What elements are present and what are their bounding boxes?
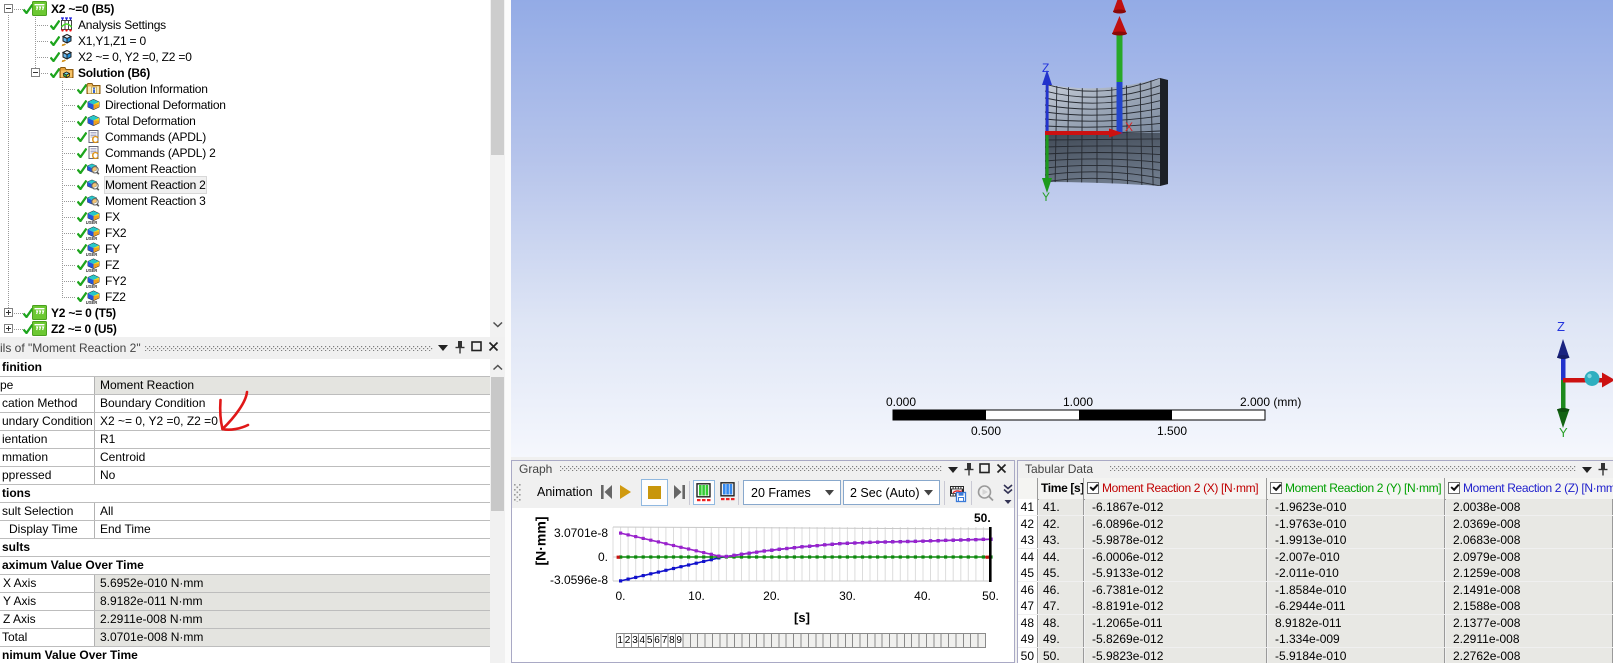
svg-text:0.500: 0.500 bbox=[971, 424, 1001, 438]
svg-text:C: C bbox=[92, 135, 99, 144]
svg-text:USER: USER bbox=[86, 300, 97, 304]
svg-text:1.500: 1.500 bbox=[1157, 424, 1187, 438]
svg-text:USER: USER bbox=[86, 220, 97, 224]
svg-text:Z: Z bbox=[1042, 61, 1049, 75]
svg-text:Z: Z bbox=[1557, 319, 1565, 334]
svg-text:2.000 (mm): 2.000 (mm) bbox=[1240, 395, 1301, 409]
svg-text:USER: USER bbox=[86, 236, 97, 240]
svg-text:0.000: 0.000 bbox=[886, 395, 916, 409]
svg-text:1.000: 1.000 bbox=[1063, 395, 1093, 409]
svg-text:USER: USER bbox=[86, 284, 97, 288]
svg-text:USER: USER bbox=[86, 268, 97, 272]
svg-text:X: X bbox=[1125, 120, 1133, 134]
svg-text:Y: Y bbox=[1042, 190, 1050, 204]
svg-text:Y: Y bbox=[1559, 425, 1568, 440]
svg-text:USER: USER bbox=[86, 252, 97, 256]
svg-text:C: C bbox=[92, 151, 99, 160]
